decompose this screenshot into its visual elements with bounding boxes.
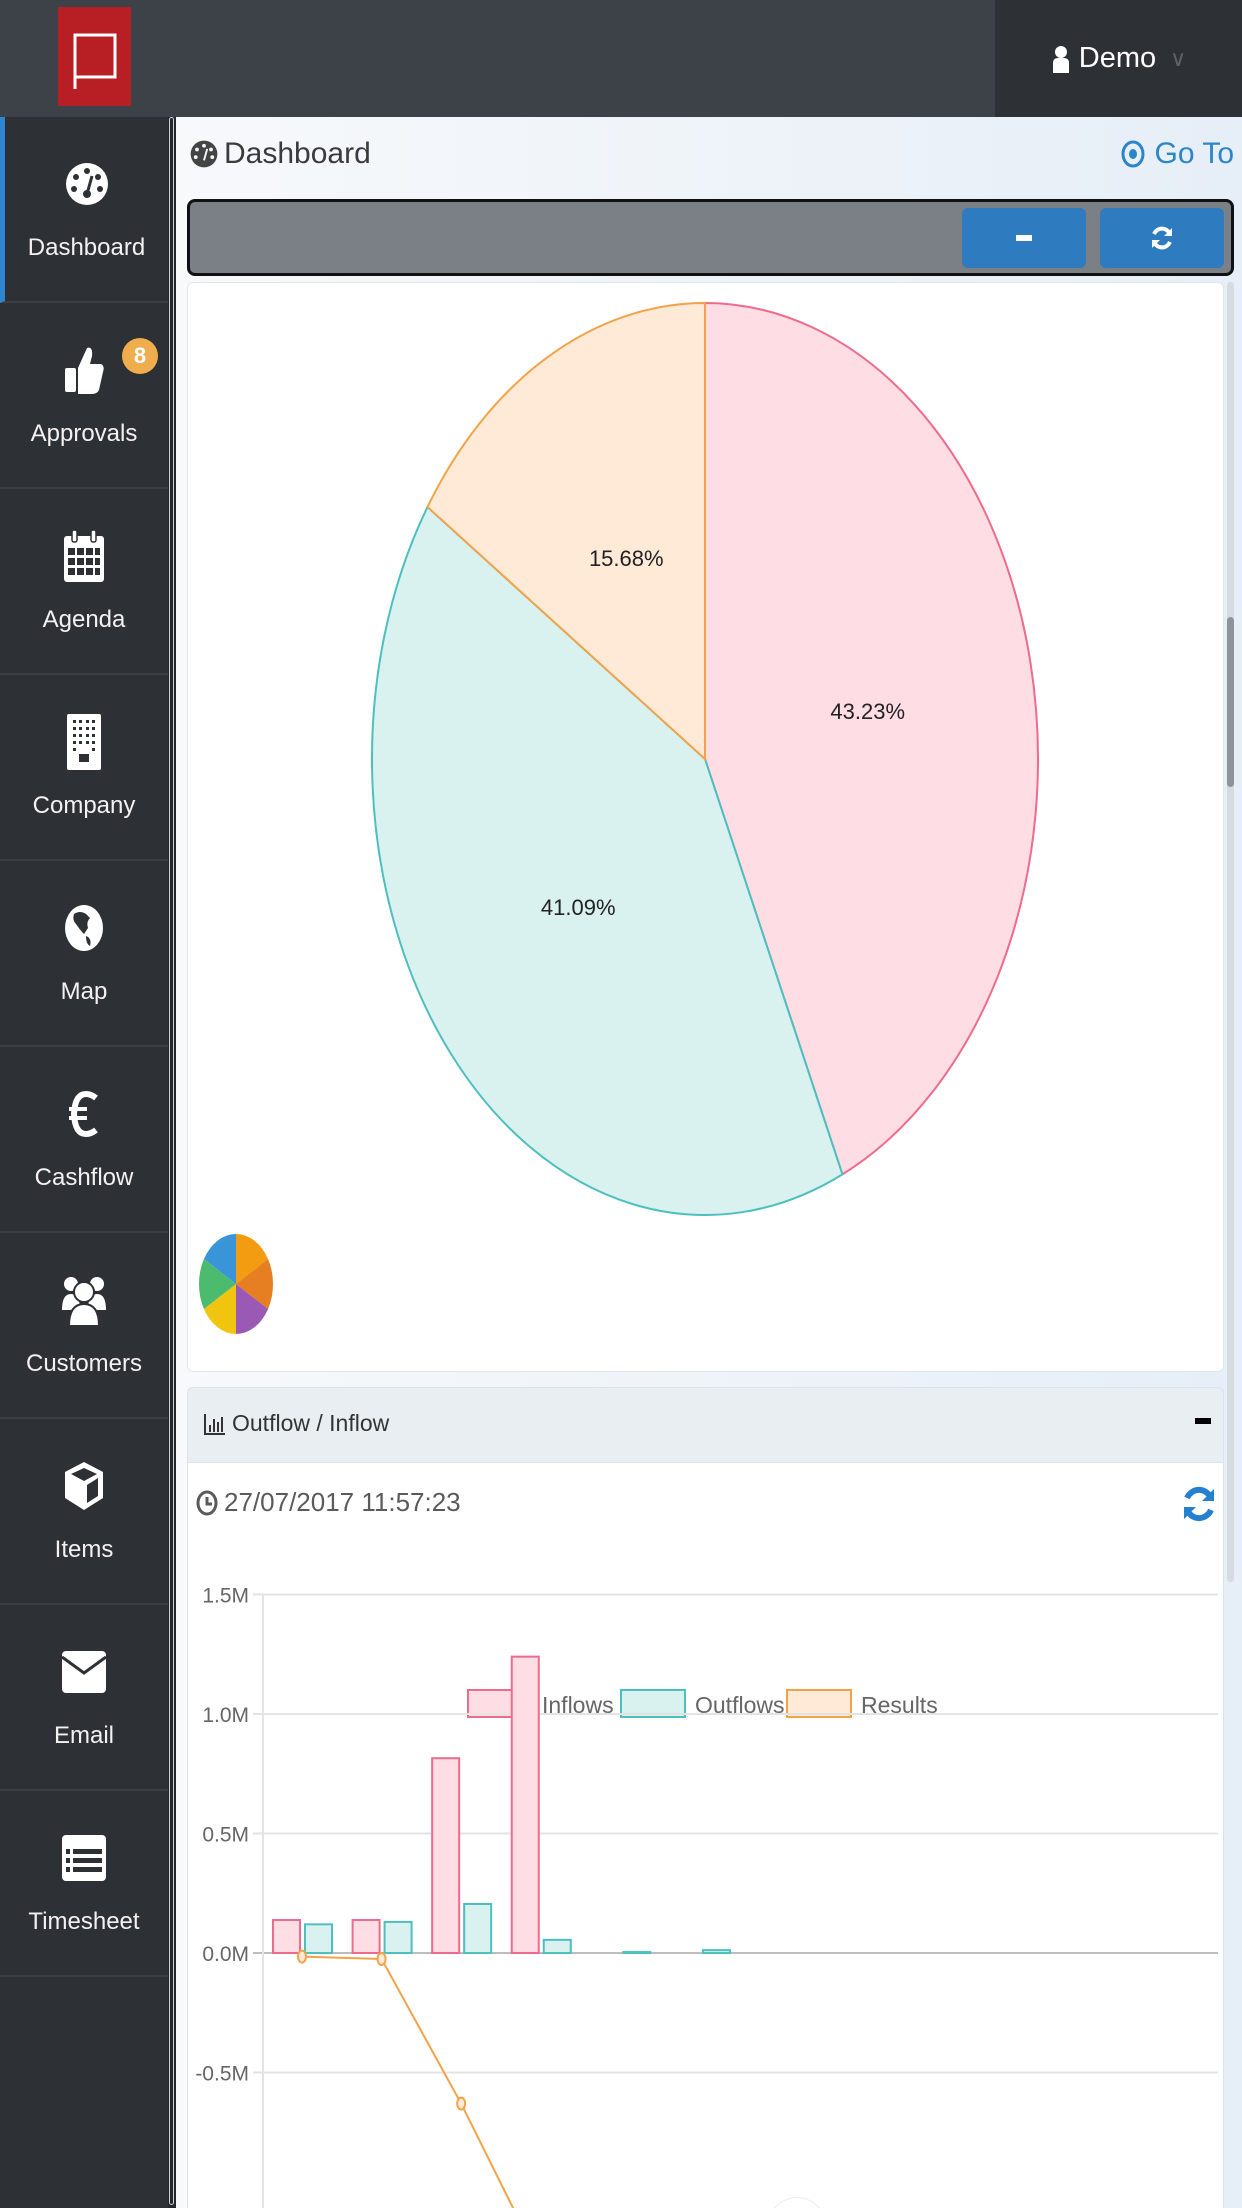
content-scrollbar-thumb[interactable] xyxy=(1227,617,1234,787)
results-line xyxy=(301,1955,515,2208)
sidebar-item-items[interactable]: Items xyxy=(0,1419,168,1605)
sidebar-item-approvals[interactable]: Approvals 8 xyxy=(0,303,168,489)
cube-icon xyxy=(60,1458,108,1514)
flag-logo-icon xyxy=(73,33,117,89)
dashboard-icon xyxy=(190,140,218,168)
building-icon xyxy=(60,714,108,770)
dot-circle-icon xyxy=(1121,140,1144,168)
pie-slice-label: 41.09% xyxy=(541,895,616,920)
sidebar-item-label: Customers xyxy=(25,1350,143,1377)
y-tick-label: 1.0M xyxy=(202,1704,249,1727)
flow-panel-title-text: Outflow / Inflow xyxy=(232,1410,390,1436)
legend-swatch[interactable] xyxy=(620,1689,686,1718)
y-tick-label: -0.5M xyxy=(195,2063,249,2086)
pie-chart: 43.23% 41.09% 15.68% xyxy=(371,301,1039,1216)
sidebar-item-label: Email xyxy=(53,1722,114,1749)
globe-icon xyxy=(60,900,108,956)
sidebar-item-label: Items xyxy=(54,1536,114,1563)
app-logo[interactable] xyxy=(58,7,131,106)
flow-panel-header: Outflow / Inflow xyxy=(187,1387,1224,1463)
approvals-count-badge: 8 xyxy=(122,338,158,374)
pie-slice-label: 15.68% xyxy=(589,546,664,571)
minus-icon[interactable] xyxy=(1195,1418,1211,1424)
page-title-text: Dashboard xyxy=(224,137,371,170)
outflow-bar[interactable] xyxy=(383,1920,413,1954)
y-tick-label: 0.5M xyxy=(202,1824,249,1847)
inflow-bar[interactable] xyxy=(351,1919,381,1955)
page-title: Dashboard xyxy=(190,137,371,171)
refresh-icon xyxy=(1152,226,1172,250)
y-tick-label: 1.5M xyxy=(202,1585,249,1608)
sidebar-item-dashboard[interactable]: Dashboard xyxy=(0,117,168,303)
user-name: Demo xyxy=(1078,42,1157,74)
flow-bar-chart: Inflows Outflows Results1.5M1.0M0.5M0.0M-0… xyxy=(195,1585,1218,2208)
sidebar: Dashboard Approvals 8 Agenda Company Map… xyxy=(0,117,168,2208)
results-point[interactable] xyxy=(376,1951,387,1966)
sidebar-item-agenda[interactable]: Agenda xyxy=(0,489,168,675)
envelope-icon xyxy=(60,1644,108,1700)
outflow-bar[interactable] xyxy=(542,1938,572,1955)
sidebar-item-email[interactable]: Email xyxy=(0,1605,168,1791)
outflow-bar[interactable] xyxy=(463,1903,493,1955)
content-scrollbar-track[interactable] xyxy=(1227,282,1234,1582)
pie-chart-panel: 43.23% 41.09% 15.68% xyxy=(187,282,1224,1372)
dashboard-toolbar xyxy=(187,199,1234,276)
chevron-down-icon: ∨ xyxy=(1170,45,1187,71)
inflow-bar[interactable] xyxy=(510,1655,540,1954)
results-point[interactable] xyxy=(297,1949,307,1964)
inflow-bar[interactable] xyxy=(272,1919,301,1955)
thumbs-up-icon xyxy=(60,342,108,398)
sidebar-item-label: Dashboard xyxy=(27,234,146,261)
sidebar-item-timesheet[interactable]: Timesheet xyxy=(0,1791,168,1977)
main-content: Dashboard Go To 43.23% 41.09% 15.68% Outfl… xyxy=(176,117,1242,2208)
bar-chart-icon xyxy=(204,1413,225,1435)
sidebar-item-map[interactable]: Map xyxy=(0,861,168,1047)
sidebar-item-customers[interactable]: Customers xyxy=(0,1233,168,1419)
sidebar-item-company[interactable]: Company xyxy=(0,675,168,861)
sidebar-item-label: Approvals xyxy=(30,420,138,447)
pie-slice-label: 43.23% xyxy=(830,699,905,724)
top-bar: Demo ∨ xyxy=(0,0,1242,117)
sidebar-scrollbar-thumb[interactable] xyxy=(169,117,174,2205)
legend-swatch[interactable] xyxy=(786,1689,852,1718)
inflow-bar[interactable] xyxy=(431,1757,461,1954)
user-menu[interactable]: Demo ∨ xyxy=(995,0,1242,117)
dashboard-icon xyxy=(63,156,111,212)
sidebar-item-label: Agenda xyxy=(42,606,126,633)
outflow-bar[interactable] xyxy=(622,1951,652,1955)
sidebar-item-cashflow[interactable]: Cashflow xyxy=(0,1047,168,1233)
flow-panel-title: Outflow / Inflow xyxy=(204,1410,389,1437)
minus-icon xyxy=(1016,235,1032,241)
list-icon xyxy=(60,1830,108,1886)
sidebar-item-label: Map xyxy=(60,978,108,1005)
sidebar-item-label: Cashflow xyxy=(34,1164,134,1191)
refresh-button[interactable] xyxy=(1100,208,1224,268)
outflow-bar[interactable] xyxy=(701,1949,731,1954)
results-point[interactable] xyxy=(456,2096,467,2111)
pie-chart-type-icon[interactable] xyxy=(196,1229,276,1339)
sidebar-item-label: Company xyxy=(32,792,136,819)
flow-panel-body: 27/07/2017 11:57:23 Inflows Outflows Resul… xyxy=(187,1463,1224,2208)
collapse-button[interactable] xyxy=(962,208,1086,268)
outflow-bar[interactable] xyxy=(304,1923,333,1955)
y-tick-label: 0.0M xyxy=(202,1943,249,1966)
euro-icon xyxy=(60,1086,108,1142)
user-icon xyxy=(1052,45,1069,73)
goto-link[interactable]: Go To xyxy=(1121,137,1235,171)
goto-label: Go To xyxy=(1154,137,1235,170)
users-icon xyxy=(60,1272,108,1328)
sidebar-item-label: Timesheet xyxy=(28,1908,140,1935)
calendar-icon xyxy=(60,528,108,584)
